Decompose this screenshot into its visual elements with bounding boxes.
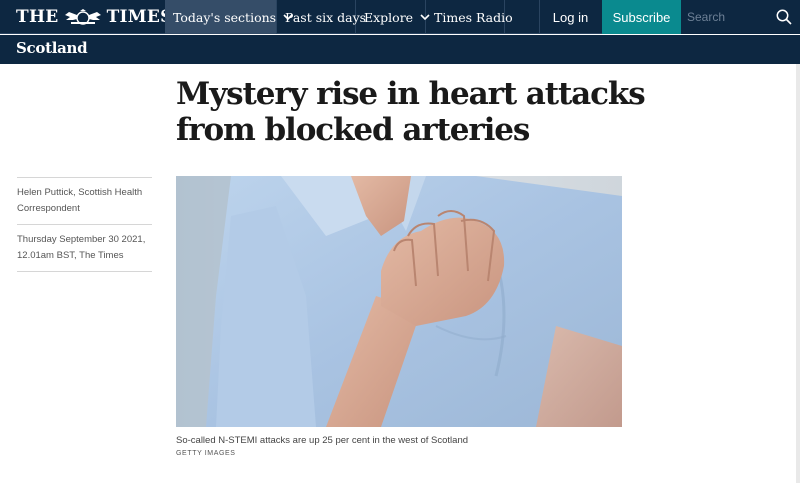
byline-author[interactable]: Helen Puttick, Scottish Health Correspon… bbox=[17, 178, 152, 224]
article-hero-image bbox=[176, 176, 622, 427]
byline-dateline: Thursday September 30 2021, 12.01am BST,… bbox=[17, 234, 146, 261]
nav-past-six-days[interactable]: Past six days bbox=[277, 0, 366, 34]
section-bar: Scotland bbox=[0, 35, 800, 64]
times-logo[interactable]: THE TIMES bbox=[16, 6, 173, 28]
logo-text-times: TIMES bbox=[106, 7, 173, 27]
search-box bbox=[681, 0, 800, 34]
section-title[interactable]: Scotland bbox=[16, 39, 88, 57]
subscribe-label: Subscribe bbox=[612, 9, 671, 25]
image-credit: GETTY IMAGES bbox=[176, 450, 236, 457]
search-icon[interactable] bbox=[775, 8, 793, 26]
nav-times-radio[interactable]: Times Radio bbox=[426, 0, 513, 34]
nav-past-six-days-label: Past six days bbox=[285, 9, 367, 25]
hand-on-chest-illustration bbox=[176, 176, 622, 427]
search-input[interactable] bbox=[687, 8, 769, 26]
nav-todays-sections[interactable]: Today's sections bbox=[165, 0, 293, 34]
byline: Helen Puttick, Scottish Health Correspon… bbox=[17, 177, 152, 272]
logo-text-the: THE bbox=[16, 7, 59, 27]
nav-todays-sections-label: Today's sections bbox=[173, 9, 277, 25]
image-caption: So-called N-STEMI attacks are up 25 per … bbox=[176, 435, 469, 446]
article-headline: Mystery rise in heart attacks from block… bbox=[176, 76, 646, 148]
subscribe-button[interactable]: Subscribe bbox=[602, 0, 681, 34]
login-label: Log in bbox=[552, 9, 589, 25]
royal-crest-icon bbox=[63, 9, 103, 25]
top-navigation-bar: THE TIMES Today's sections Past six days… bbox=[0, 0, 800, 34]
nav-explore-label: Explore bbox=[364, 9, 414, 25]
nav-explore[interactable]: Explore bbox=[356, 0, 430, 34]
scrollbar-track[interactable] bbox=[796, 64, 800, 483]
byline-divider bbox=[17, 271, 152, 272]
login-button[interactable]: Log in bbox=[539, 0, 601, 34]
nav-times-radio-label: Times Radio bbox=[434, 9, 513, 25]
